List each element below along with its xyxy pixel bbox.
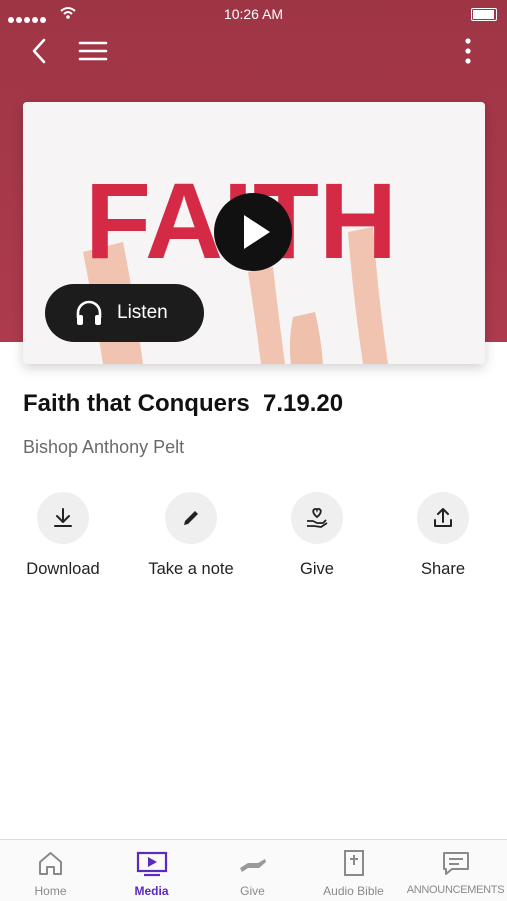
tab-label-give: Give	[240, 884, 265, 898]
take-a-note-label: Take a note	[148, 560, 234, 578]
status-bar: 10:26 AM	[0, 0, 507, 28]
media-play-icon	[136, 851, 168, 877]
take-a-note-button[interactable]: Take a note	[136, 492, 246, 579]
tab-label-home: Home	[34, 884, 67, 898]
listen-label: Listen	[117, 302, 168, 323]
tab-media[interactable]: Media	[101, 840, 202, 901]
more-vertical-icon	[465, 38, 471, 64]
tab-give[interactable]: Give	[202, 840, 303, 901]
give-label: Give	[300, 560, 334, 578]
more-button[interactable]	[458, 34, 478, 68]
tab-audio-bible[interactable]: Audio Bible	[303, 840, 404, 901]
play-icon	[244, 215, 270, 249]
share-icon	[434, 508, 452, 527]
menu-button[interactable]	[78, 34, 108, 68]
tab-label-audio-bible: Audio Bible	[323, 884, 384, 898]
download-label: Download	[26, 560, 100, 578]
tab-announcements[interactable]: ANNOUNCEMENTS	[404, 840, 507, 901]
pencil-icon	[184, 511, 198, 525]
tab-label-announcements: ANNOUNCEMENTS	[406, 884, 505, 896]
battery-icon	[471, 8, 497, 21]
share-label: Share	[420, 560, 466, 578]
hand-heart-icon	[307, 508, 328, 528]
share-button[interactable]: Share	[388, 492, 498, 579]
media-title: Faith that Conquers 7.19.20	[23, 390, 344, 417]
status-time: 10:26 AM	[223, 6, 284, 22]
give-button[interactable]: Give	[262, 492, 372, 579]
tab-home[interactable]: Home	[0, 840, 101, 901]
hamburger-icon	[78, 41, 108, 61]
listen-button[interactable]: Listen	[45, 284, 204, 342]
back-button[interactable]	[26, 34, 52, 68]
tab-label-media: Media	[134, 884, 169, 898]
speaker-name: Bishop Anthony Pelt	[23, 437, 185, 457]
headphones-icon	[76, 300, 102, 325]
download-icon	[54, 508, 72, 527]
download-button[interactable]: Download	[8, 492, 118, 579]
chevron-left-icon	[32, 38, 46, 64]
tab-bar: Home Media Give Audio Bible ANNOUNCEMENT…	[0, 839, 507, 901]
home-icon	[39, 852, 62, 875]
give-hand-icon	[240, 859, 266, 872]
play-button[interactable]	[214, 193, 292, 271]
message-icon	[443, 852, 469, 875]
bible-icon	[344, 850, 364, 876]
